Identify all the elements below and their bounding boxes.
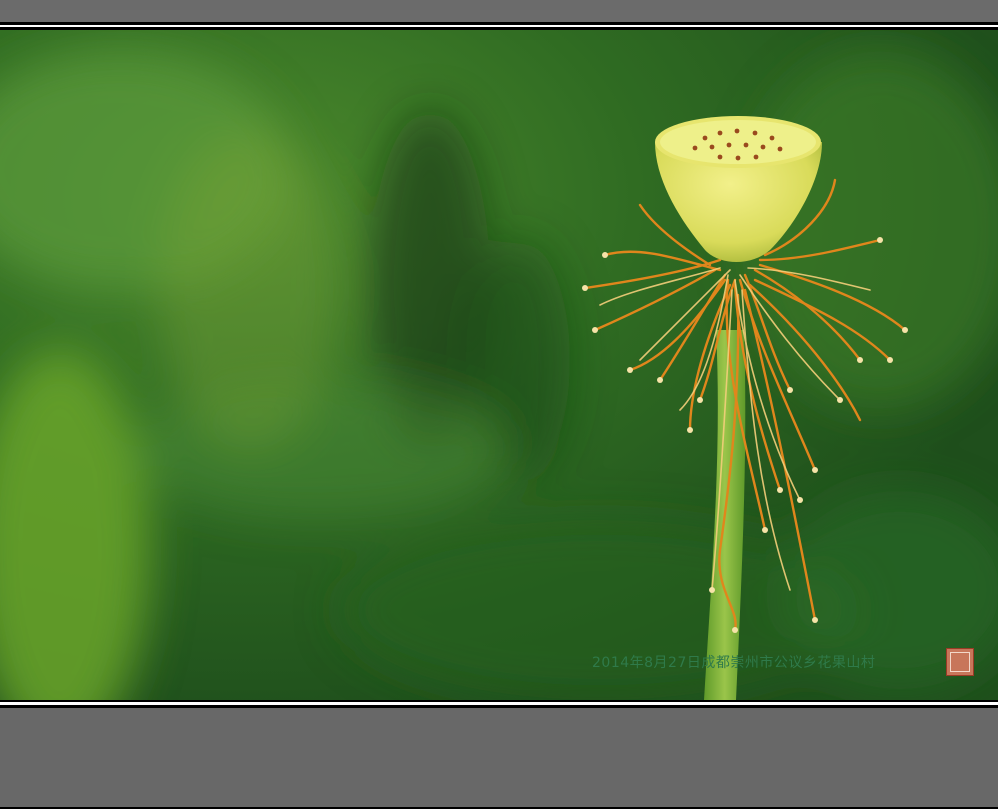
lotus-photo-image <box>0 30 998 700</box>
photo: 2014年8月27日成都崇州市公议乡花果山村 <box>0 30 998 700</box>
bottom-frame-band <box>0 708 998 807</box>
photo-caption: 2014年8月27日成都崇州市公议乡花果山村 <box>592 655 876 671</box>
seal-stamp-border <box>950 652 970 672</box>
seal-stamp-icon <box>946 648 974 676</box>
top-frame-band <box>0 0 998 22</box>
